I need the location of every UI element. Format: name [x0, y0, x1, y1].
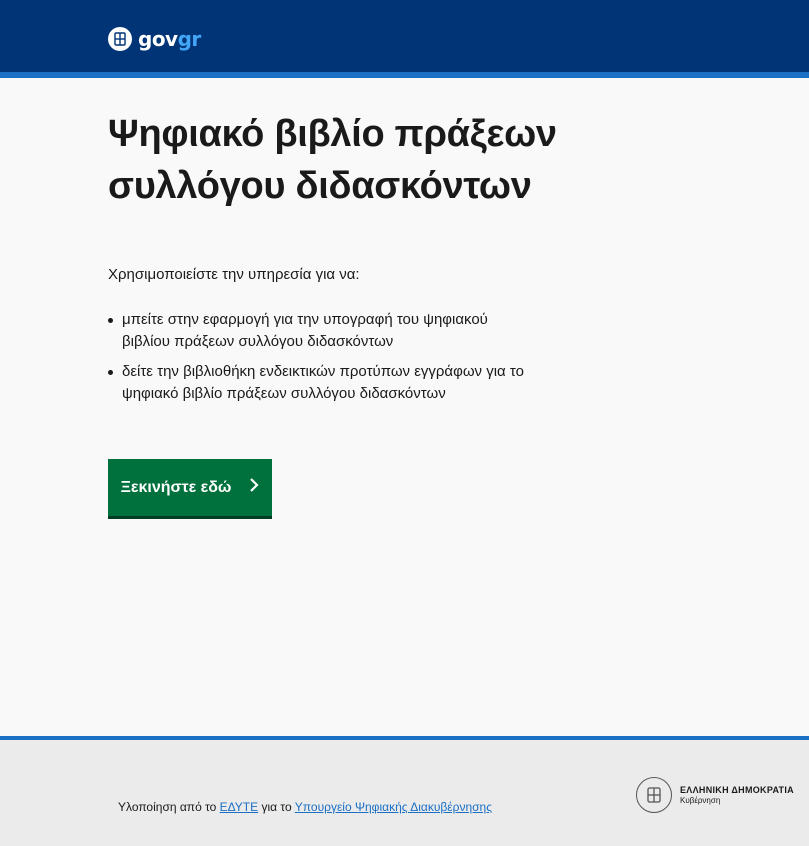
- main-content: Ψηφιακό βιβλίο πράξεων συλλόγου διδασκόν…: [108, 108, 628, 413]
- start-button[interactable]: Ξεκινήστε εδώ: [108, 459, 272, 519]
- page-title-line1: Ψηφιακό βιβλίο πράξεων: [108, 113, 557, 155]
- govgr-logo[interactable]: govgr: [108, 24, 201, 54]
- ministry-link[interactable]: Υπουργείο Ψηφιακής Διακυβέρνησης: [295, 800, 492, 814]
- feature-list: μπείτε στην εφαρμογή για την υπογραφή το…: [108, 309, 628, 405]
- footer: Υλοποίηση από το ΕΔΥΤΕ για το Υπουργείο …: [0, 736, 809, 846]
- gov-names: ΕΛΛΗΝΙΚΗ ΔΗΜΟΚΡΑΤΙΑ Κυβέρνηση: [680, 785, 794, 805]
- gov-sub: Κυβέρνηση: [680, 796, 721, 805]
- start-button-label: Ξεκινήστε εδώ: [120, 478, 232, 496]
- logo-text: govgr: [138, 27, 201, 51]
- hellenic-republic-emblem-icon: [636, 777, 672, 813]
- logo-gr: gr: [177, 27, 202, 51]
- list-item: δείτε την βιβλιοθήκη ενδεικτικών προτύπω…: [108, 361, 528, 405]
- footer-prefix: Υλοποίηση από το: [118, 800, 220, 814]
- intro-text: Χρησιμοποιείστε την υπηρεσία για να:: [108, 266, 360, 283]
- gov-name: ΕΛΛΗΝΙΚΗ ΔΗΜΟΚΡΑΤΙΑ: [680, 785, 794, 795]
- logo-gov: gov: [138, 27, 178, 51]
- footer-credits: Υλοποίηση από το ΕΔΥΤΕ για το Υπουργείο …: [118, 800, 492, 814]
- chevron-right-icon: [249, 478, 259, 497]
- list-item: μπείτε στην εφαρμογή για την υπογραφή το…: [108, 309, 528, 353]
- hellenic-republic-logo: ΕΛΛΗΝΙΚΗ ΔΗΜΟΚΡΑΤΙΑ Κυβέρνηση: [636, 777, 794, 813]
- edyte-link[interactable]: ΕΔΥΤΕ: [220, 800, 258, 814]
- page-title-line2: συλλόγου διδασκόντων: [108, 165, 532, 207]
- greek-emblem-icon: [108, 27, 132, 51]
- footer-middle: για το: [258, 800, 295, 814]
- top-header: govgr: [0, 0, 809, 78]
- page-title: Ψηφιακό βιβλίο πράξεων συλλόγου διδασκόν…: [108, 108, 628, 212]
